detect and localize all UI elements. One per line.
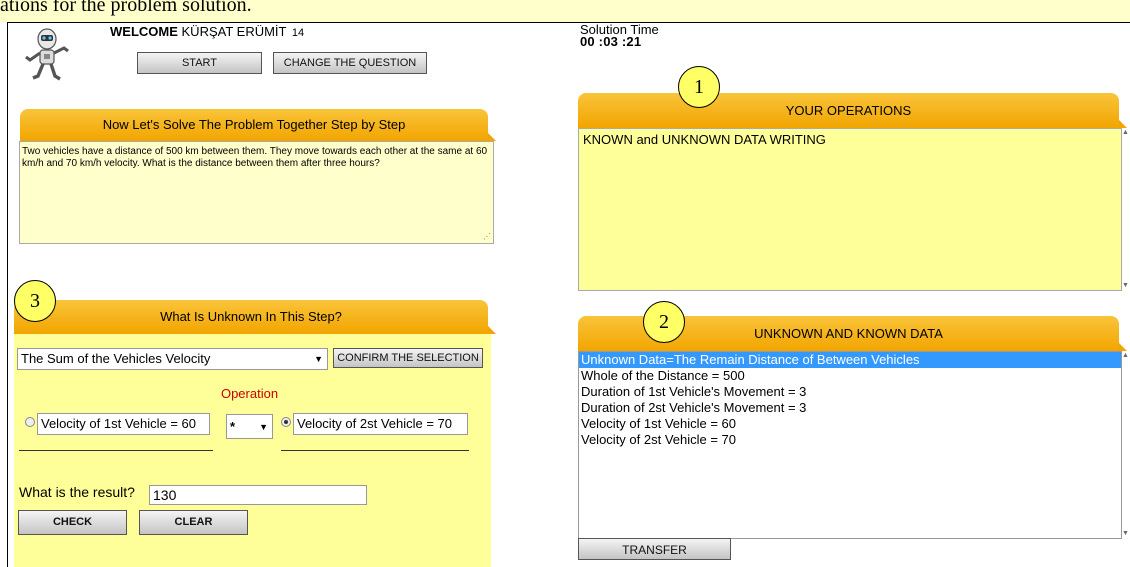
- operations-header: YOUR OPERATIONS: [578, 93, 1127, 128]
- operator-select-value: *: [230, 419, 236, 434]
- operator-select[interactable]: * ▼: [226, 414, 273, 439]
- list-item[interactable]: Unknown Data=The Remain Distance of Betw…: [579, 352, 1121, 368]
- list-item[interactable]: Duration of 2st Vehicle's Movement = 3: [579, 400, 1121, 416]
- transfer-button[interactable]: TRANSFER: [578, 538, 731, 560]
- operations-textarea[interactable]: KNOWN and UNKNOWN DATA WRITING: [578, 128, 1122, 291]
- dropdown-caret-icon: ▼: [314, 354, 323, 364]
- welcome-text: WELCOME KÜRŞAT ERÜMİT 14: [110, 24, 304, 39]
- operation-label: Operation: [0, 386, 505, 401]
- unknown-select[interactable]: The Sum of the Vehicles Velocity ▼: [17, 348, 328, 370]
- scroll-down-icon[interactable]: ▼: [1122, 282, 1129, 289]
- data-listbox[interactable]: Unknown Data=The Remain Distance of Betw…: [578, 351, 1122, 539]
- operation-label-text: Operation: [220, 386, 279, 401]
- unknown-select-value: The Sum of the Vehicles Velocity: [21, 351, 211, 366]
- confirm-selection-button[interactable]: CONFIRM THE SELECTION: [333, 348, 483, 368]
- problem-header: Now Let's Solve The Problem Together Ste…: [20, 109, 496, 141]
- list-item[interactable]: Whole of the Distance = 500: [579, 368, 1121, 384]
- dropdown-caret-icon: ▼: [259, 422, 268, 432]
- operand-2-radio-checked[interactable]: [281, 416, 291, 427]
- list-item[interactable]: Velocity of 2st Vehicle = 70: [579, 432, 1121, 448]
- solution-time-value: 00 :03 :21: [580, 34, 642, 49]
- user-name: KÜRŞAT ERÜMİT: [181, 24, 287, 39]
- step-header: What Is Unknown In This Step?: [14, 300, 496, 334]
- list-item[interactable]: Velocity of 1st Vehicle = 60: [579, 416, 1121, 432]
- clear-button[interactable]: CLEAR: [139, 510, 248, 535]
- frame-border-top: [7, 22, 1130, 23]
- operand-1-field[interactable]: Velocity of 1st Vehicle = 60: [37, 413, 210, 435]
- check-button[interactable]: CHECK: [18, 510, 127, 535]
- operand-2-underline: [281, 450, 469, 451]
- resize-grip-icon[interactable]: ⋰: [483, 232, 491, 241]
- scroll-down-icon[interactable]: ▼: [1122, 530, 1129, 537]
- step-circle-marker: 3: [14, 280, 56, 322]
- robot-mascot-icon: [25, 28, 69, 81]
- top-caption: ations for the problem solution.: [0, 0, 252, 16]
- operand-1-underline: [19, 450, 213, 451]
- operations-circle-marker: 1: [678, 66, 720, 108]
- operand-1-radio[interactable]: [25, 416, 35, 427]
- frame-border-left: [7, 22, 8, 567]
- scroll-up-icon[interactable]: ▲: [1122, 352, 1129, 359]
- start-button[interactable]: START: [137, 52, 262, 74]
- result-input[interactable]: 130: [149, 485, 367, 505]
- operand-2-field[interactable]: Velocity of 2st Vehicle = 70: [293, 413, 468, 435]
- data-list-circle-marker: 2: [643, 301, 685, 343]
- problem-text: Two vehicles have a distance of 500 km b…: [19, 141, 494, 244]
- user-number: 14: [291, 27, 305, 39]
- change-question-button[interactable]: CHANGE THE QUESTION: [273, 52, 427, 74]
- scroll-up-icon[interactable]: ▲: [1122, 129, 1129, 136]
- welcome-label: WELCOME: [110, 24, 178, 39]
- result-label: What is the result?: [19, 484, 135, 500]
- list-item[interactable]: Duration of 1st Vehicle's Movement = 3: [579, 384, 1121, 400]
